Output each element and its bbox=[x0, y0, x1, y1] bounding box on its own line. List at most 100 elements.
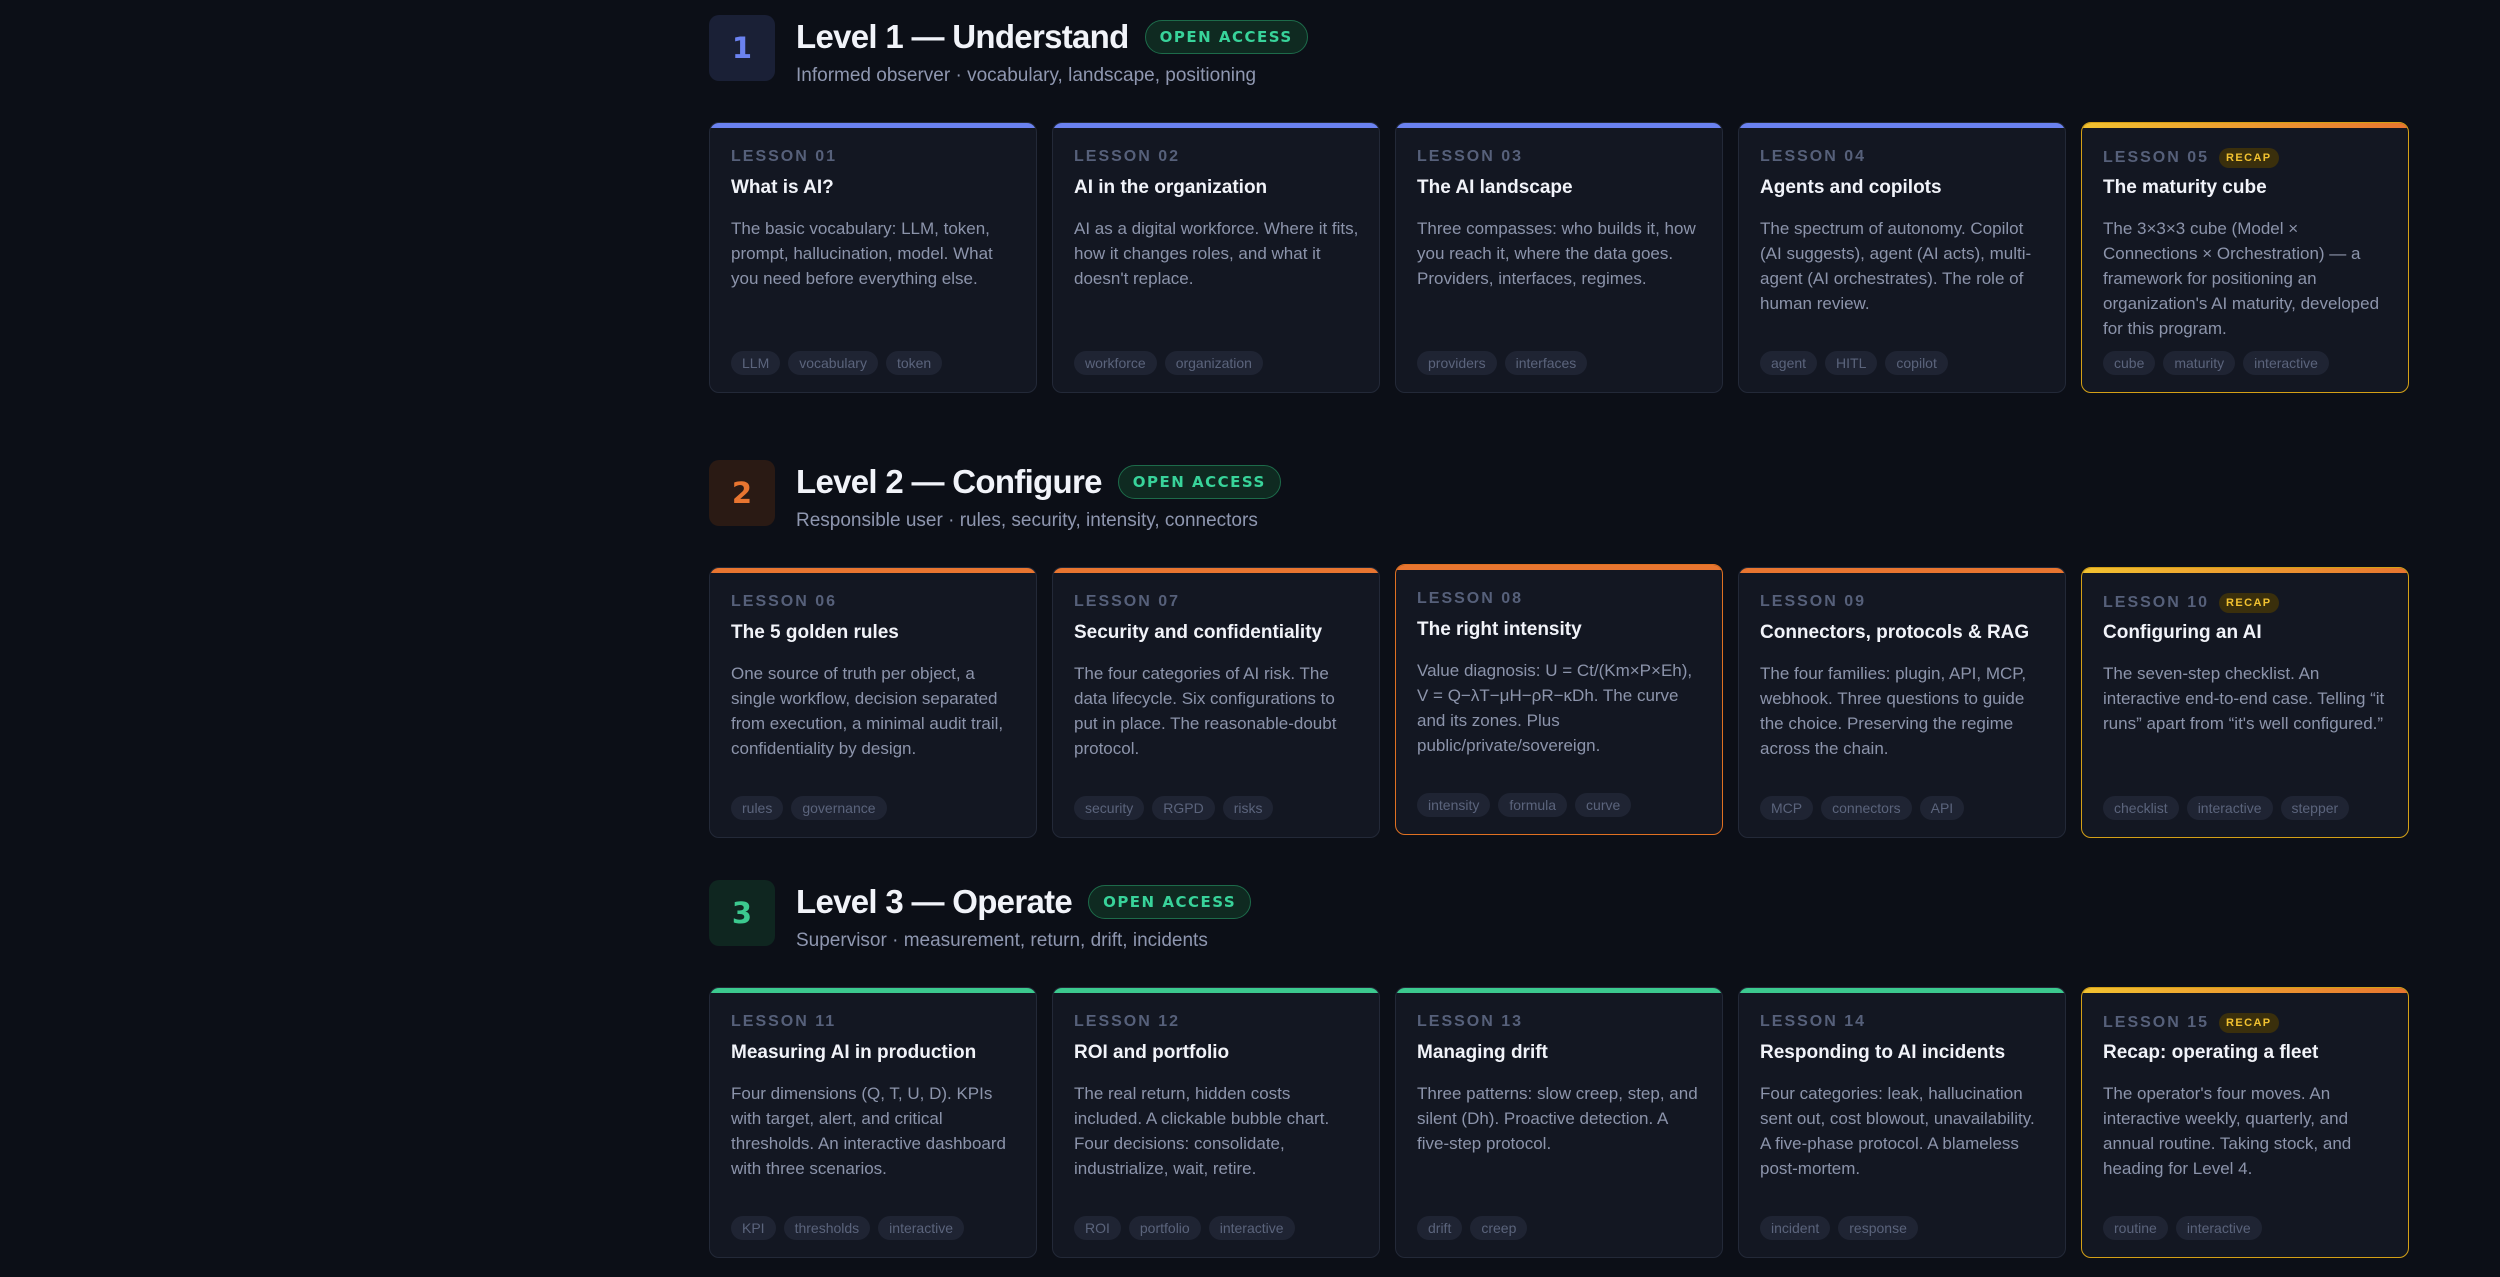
lesson-title: Configuring an AI bbox=[2103, 622, 2262, 643]
lesson-card-01[interactable]: LESSON 01 What is AI? The basic vocabula… bbox=[709, 122, 1037, 393]
lesson-tags: checklist interactive stepper bbox=[2103, 796, 2350, 820]
level-header: 1 Level 1 — Understand OPEN ACCESS Infor… bbox=[709, 15, 2409, 125]
lesson-card-02[interactable]: LESSON 02 AI in the organization AI as a… bbox=[1052, 122, 1380, 393]
lesson-title: The 5 golden rules bbox=[731, 622, 899, 643]
lesson-label: LESSON 14 bbox=[1760, 1013, 1867, 1030]
card-accent-bar bbox=[1396, 988, 1722, 993]
lesson-card-15[interactable]: LESSON 15 RECAP Recap: operating a fleet … bbox=[2081, 987, 2409, 1258]
tag: workforce bbox=[1074, 351, 1157, 375]
recap-badge: RECAP bbox=[2219, 1013, 2279, 1033]
tag: connectors bbox=[1821, 796, 1912, 820]
tag: token bbox=[885, 351, 943, 375]
lesson-title: The right intensity bbox=[1417, 619, 1582, 640]
level-number: 2 bbox=[709, 460, 775, 526]
tag: stepper bbox=[2280, 796, 2350, 820]
level-number: 1 bbox=[709, 15, 775, 81]
lesson-label-row: LESSON 14 bbox=[1760, 1013, 1866, 1031]
lesson-card-07[interactable]: LESSON 07 Security and confidentiality T… bbox=[1052, 567, 1380, 838]
tag: curve bbox=[1575, 793, 1632, 817]
lesson-card-13[interactable]: LESSON 13 Managing drift Three patterns:… bbox=[1395, 987, 1723, 1258]
lesson-title: Agents and copilots bbox=[1760, 177, 1942, 198]
card-accent-bar bbox=[1396, 123, 1722, 128]
tag: RGPD bbox=[1152, 796, 1215, 820]
lesson-label: LESSON 02 bbox=[1074, 148, 1181, 165]
tag: checklist bbox=[2103, 796, 2179, 820]
lesson-description: The real return, hidden costs included. … bbox=[1074, 1084, 1330, 1178]
lesson-description: The 3×3×3 cube (Model × Connections × Or… bbox=[2103, 219, 2380, 338]
lesson-label-row: LESSON 15 RECAP bbox=[2103, 1013, 2279, 1033]
tag: interactive bbox=[2186, 796, 2273, 820]
lesson-card-14[interactable]: LESSON 14 Responding to AI incidents Fou… bbox=[1738, 987, 2066, 1258]
tag: interactive bbox=[2243, 351, 2329, 375]
tag: drift bbox=[1417, 1216, 1463, 1240]
lesson-card-09[interactable]: LESSON 09 Connectors, protocols & RAG Th… bbox=[1738, 567, 2066, 838]
lesson-card-10[interactable]: LESSON 10 RECAP Configuring an AI The sev… bbox=[2081, 567, 2409, 838]
tag: routine bbox=[2103, 1216, 2168, 1240]
lesson-tags: ROI portfolio interactive bbox=[1074, 1216, 1295, 1240]
lesson-tags: rules governance bbox=[731, 796, 887, 820]
lesson-title: The AI landscape bbox=[1417, 177, 1573, 198]
lesson-cards: LESSON 11 Measuring AI in production Fou… bbox=[709, 987, 2409, 1261]
lesson-description: One source of truth per object, a single… bbox=[731, 664, 1004, 758]
card-accent-bar bbox=[710, 123, 1036, 128]
tag: interfaces bbox=[1504, 351, 1588, 375]
lesson-description: The basic vocabulary: LLM, token, prompt… bbox=[731, 219, 993, 288]
tag: API bbox=[1919, 796, 1965, 820]
tag: creep bbox=[1470, 1216, 1528, 1240]
tag: providers bbox=[1417, 351, 1497, 375]
lesson-tags: intensity formula curve bbox=[1417, 793, 1632, 817]
lesson-cards: LESSON 01 What is AI? The basic vocabula… bbox=[709, 122, 2409, 396]
card-accent-bar bbox=[1053, 568, 1379, 573]
card-accent-bar bbox=[1739, 123, 2065, 128]
tag: KPI bbox=[731, 1216, 776, 1240]
lesson-label-row: LESSON 03 bbox=[1417, 148, 1523, 166]
lesson-tags: LLM vocabulary token bbox=[731, 351, 943, 375]
lesson-tags: MCP connectors API bbox=[1760, 796, 1965, 820]
recap-badge: RECAP bbox=[2219, 593, 2279, 613]
lesson-description: The seven-step checklist. An interactive… bbox=[2103, 664, 2385, 733]
level-title: Level 3 — Operate bbox=[796, 883, 1073, 920]
level-title: Level 1 — Understand bbox=[796, 18, 1129, 55]
lesson-tags: cube maturity interactive bbox=[2103, 351, 2329, 375]
recap-badge: RECAP bbox=[2219, 148, 2279, 168]
lesson-title: Responding to AI incidents bbox=[1760, 1042, 2006, 1063]
lesson-title: The maturity cube bbox=[2103, 177, 2267, 198]
tag: governance bbox=[791, 796, 887, 820]
card-accent-bar bbox=[2082, 988, 2408, 993]
lesson-card-11[interactable]: LESSON 11 Measuring AI in production Fou… bbox=[709, 987, 1037, 1258]
level-title-row: Level 1 — Understand OPEN ACCESS bbox=[796, 15, 1308, 59]
tag: HITL bbox=[1825, 351, 1878, 375]
lesson-card-05[interactable]: LESSON 05 RECAP The maturity cube The 3×3… bbox=[2081, 122, 2409, 393]
tag: agent bbox=[1760, 351, 1818, 375]
card-accent-bar bbox=[1053, 988, 1379, 993]
lesson-card-04[interactable]: LESSON 04 Agents and copilots The spectr… bbox=[1738, 122, 2066, 393]
card-accent-bar bbox=[710, 568, 1036, 573]
tag: risks bbox=[1222, 796, 1274, 820]
lesson-card-06[interactable]: LESSON 06 The 5 golden rules One source … bbox=[709, 567, 1037, 838]
lesson-description: The spectrum of autonomy. Copilot (AI su… bbox=[1760, 219, 2032, 313]
lesson-tags: security RGPD risks bbox=[1074, 796, 1274, 820]
lesson-card-12[interactable]: LESSON 12 ROI and portfolio The real ret… bbox=[1052, 987, 1380, 1258]
lesson-label-row: LESSON 06 bbox=[731, 593, 837, 611]
tag: copilot bbox=[1885, 351, 1948, 375]
lesson-title: Measuring AI in production bbox=[731, 1042, 977, 1063]
card-accent-bar bbox=[2082, 568, 2408, 573]
tag: interactive bbox=[878, 1216, 964, 1240]
tag: interactive bbox=[1208, 1216, 1295, 1240]
lesson-card-03[interactable]: LESSON 03 The AI landscape Three compass… bbox=[1395, 122, 1723, 393]
tag: thresholds bbox=[783, 1216, 871, 1240]
lesson-title: Recap: operating a fleet bbox=[2103, 1042, 2319, 1063]
lesson-label-row: LESSON 09 bbox=[1760, 593, 1866, 611]
open-access-badge: OPEN ACCESS bbox=[1088, 885, 1252, 919]
tag: portfolio bbox=[1128, 1216, 1201, 1240]
tag: MCP bbox=[1760, 796, 1814, 820]
tag: maturity bbox=[2163, 351, 2236, 375]
lesson-title: AI in the organization bbox=[1074, 177, 1268, 198]
lesson-label-row: LESSON 10 RECAP bbox=[2103, 593, 2279, 613]
lesson-card-08[interactable]: LESSON 08 The right intensity Value diag… bbox=[1395, 564, 1723, 835]
lesson-description: Value diagnosis: U = Ct/(Km×P×Eh), V = Q… bbox=[1417, 661, 1693, 755]
tag: formula bbox=[1498, 793, 1568, 817]
level-title-row: Level 2 — Configure OPEN ACCESS bbox=[796, 460, 1281, 504]
level-subtitle: Informed observer · vocabulary, landscap… bbox=[796, 65, 1257, 86]
lesson-description: Four categories: leak, hallucination sen… bbox=[1760, 1084, 2035, 1178]
